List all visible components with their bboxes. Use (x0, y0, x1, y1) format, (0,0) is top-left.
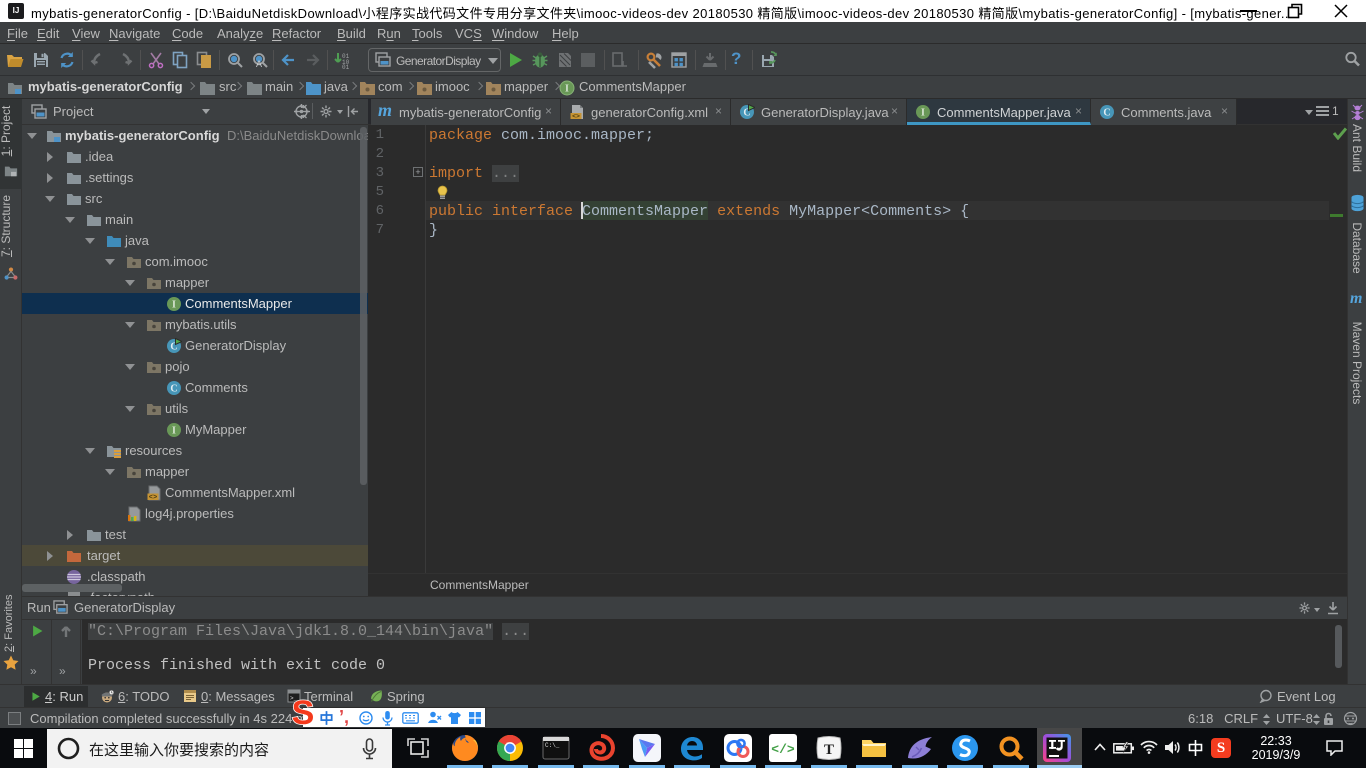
svg-text:C:\_: C:\_ (545, 742, 560, 749)
svg-text:</>: </> (771, 742, 795, 757)
svg-text:A: A (256, 59, 262, 69)
svg-text:C: C (1103, 108, 1110, 119)
svg-text:<>: <> (149, 494, 157, 501)
svg-text:01: 01 (342, 64, 350, 69)
svg-text:I: I (172, 426, 176, 437)
svg-text:I: I (921, 108, 925, 119)
svg-text:C: C (170, 384, 177, 395)
svg-text:<>: <> (572, 113, 580, 120)
svg-text:S: S (292, 697, 315, 728)
svg-text:I: I (172, 300, 176, 311)
svg-text:T: T (824, 742, 834, 758)
svg-text:I: I (565, 84, 569, 95)
